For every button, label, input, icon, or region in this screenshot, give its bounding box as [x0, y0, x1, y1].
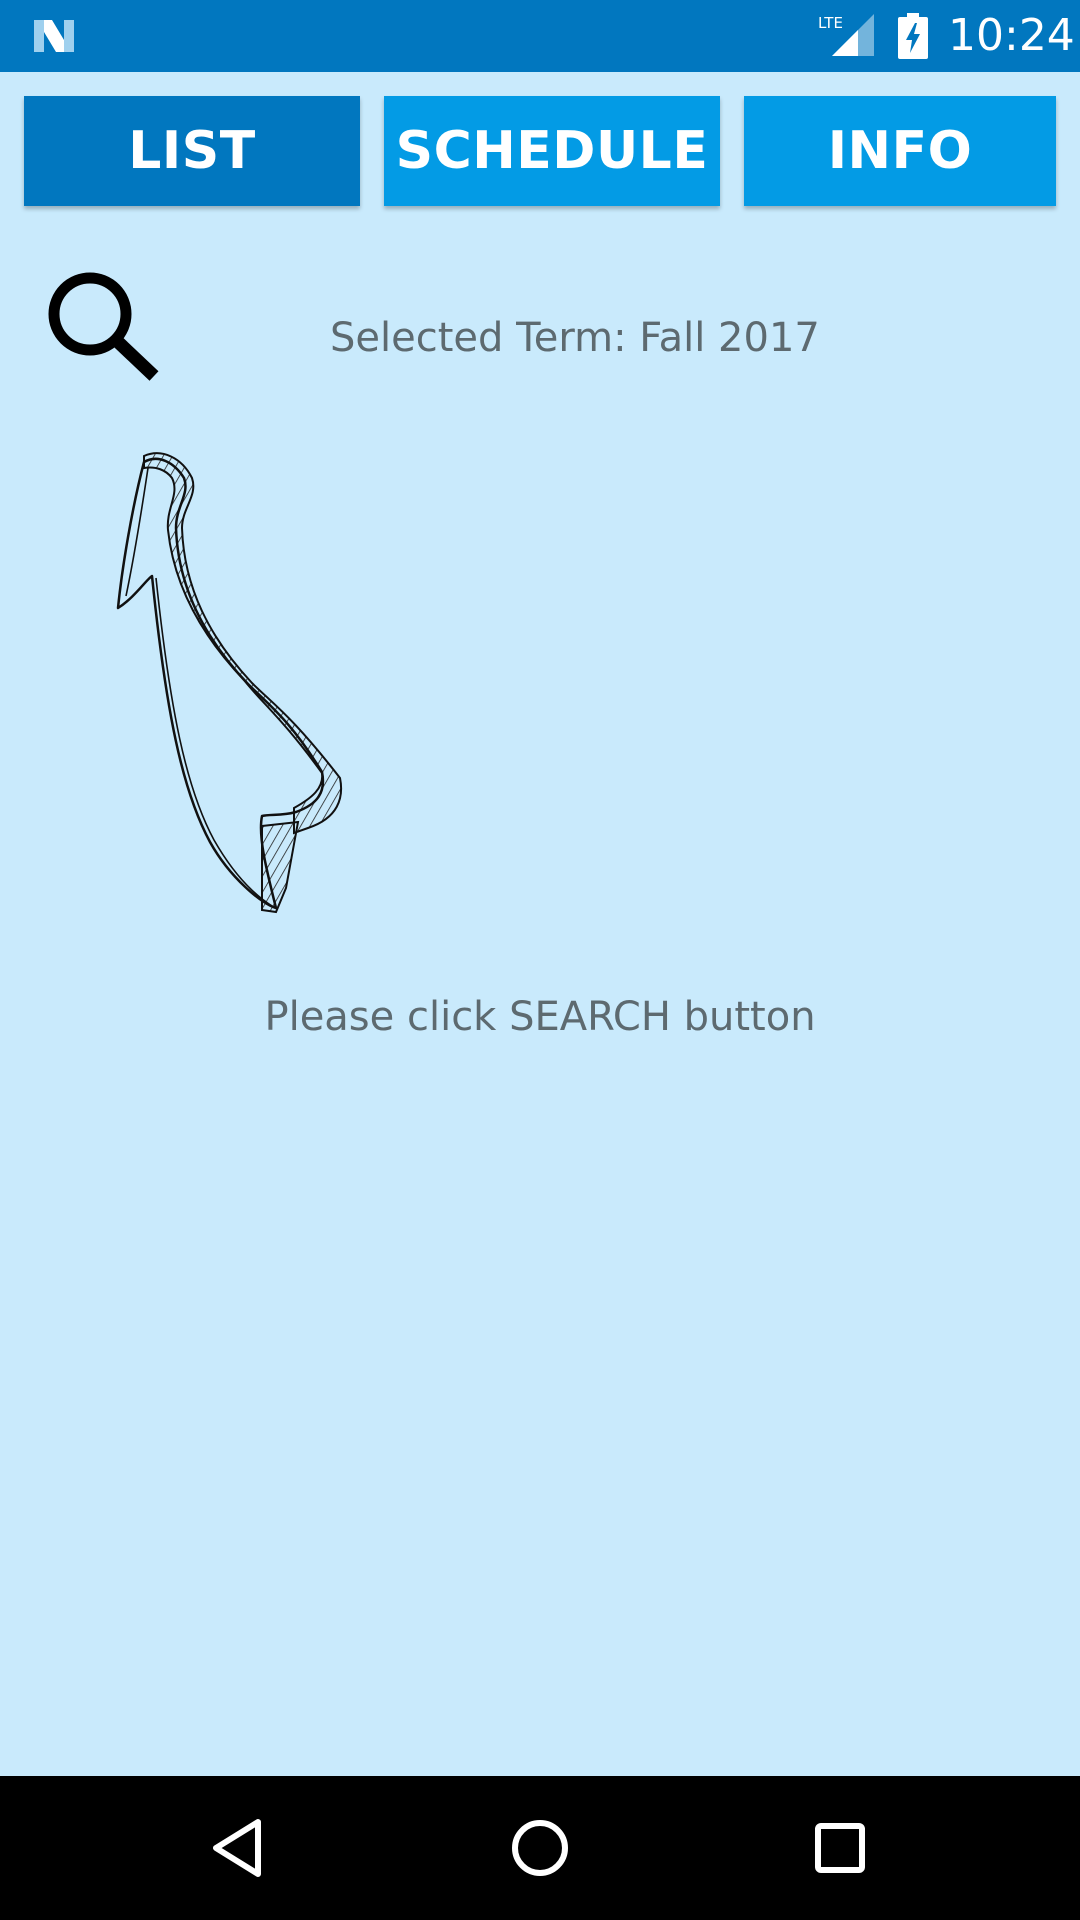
battery-charging-icon	[898, 13, 928, 59]
hand-drawn-arrow-icon	[116, 452, 343, 914]
recents-icon[interactable]	[800, 1808, 880, 1888]
back-icon[interactable]	[200, 1808, 280, 1888]
tab-info[interactable]: INFO	[744, 96, 1056, 206]
status-time: 10:24	[948, 10, 1075, 61]
home-icon[interactable]	[500, 1808, 580, 1888]
lte-signal-icon: LTE	[818, 14, 874, 56]
search-hint-text: Please click SEARCH button	[264, 994, 816, 1040]
search-icon[interactable]	[44, 268, 164, 384]
status-bar: LTE 10:24	[0, 0, 1080, 72]
lte-label: LTE	[818, 14, 843, 32]
navigation-bar	[0, 1776, 1080, 1920]
selected-term-label: Selected Term: Fall 2017	[330, 315, 820, 361]
tab-schedule[interactable]: SCHEDULE	[384, 96, 720, 206]
notification-n-icon	[34, 20, 74, 52]
screen: LTE 10:24 LIST SCHEDULE INFO Selected Te…	[0, 0, 1080, 1920]
tab-list[interactable]: LIST	[24, 96, 360, 206]
